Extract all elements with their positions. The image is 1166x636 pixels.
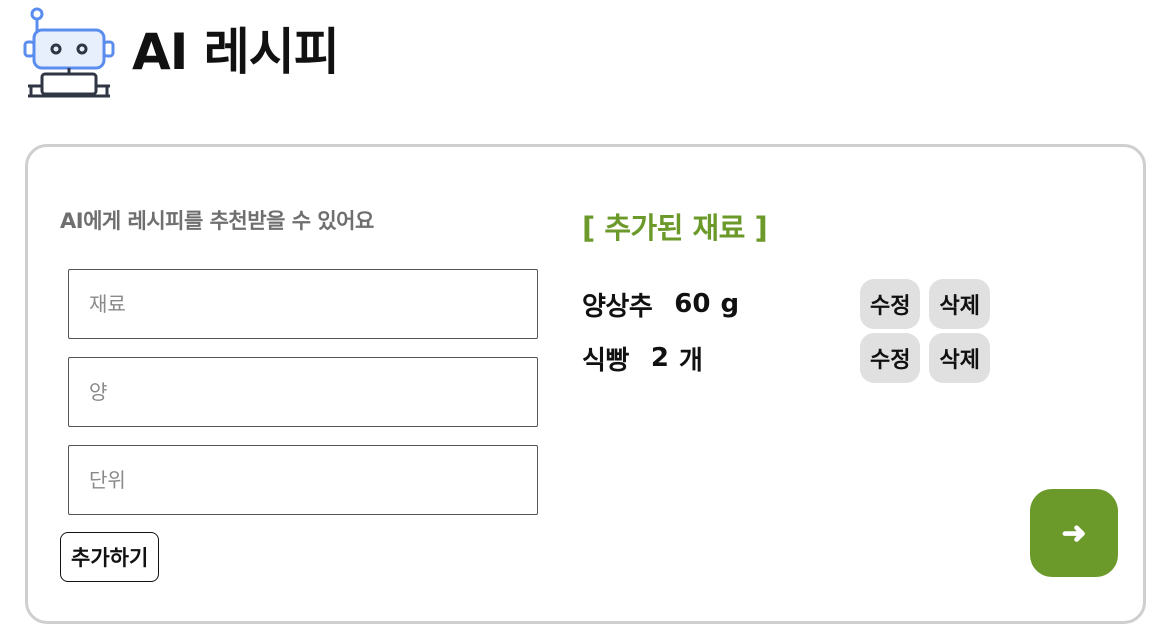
- arrow-right-icon: ➜: [1061, 516, 1087, 550]
- ingredient-name: 식빵: [582, 345, 629, 376]
- ingredient-unit: 개: [678, 345, 703, 376]
- robot-icon: [23, 7, 115, 98]
- row-actions: 수정 삭제: [860, 333, 990, 383]
- row-actions: 수정 삭제: [860, 279, 990, 329]
- delete-button[interactable]: 삭제: [929, 333, 990, 383]
- ingredient-name: 양상추: [582, 291, 653, 322]
- ingredient-unit: g: [720, 289, 740, 319]
- form-subtitle: AI에게 레시피를 추천받을 수 있어요: [60, 209, 374, 233]
- add-ingredient-button[interactable]: 추가하기: [60, 532, 160, 582]
- ingredient-amount: 2: [650, 343, 669, 373]
- unit-input[interactable]: [68, 445, 538, 515]
- delete-button[interactable]: 삭제: [929, 279, 990, 329]
- next-button[interactable]: ➜: [1030, 489, 1118, 577]
- ingredient-input[interactable]: [68, 269, 538, 339]
- ingredient-amount: 60: [674, 289, 711, 319]
- ingredient-list-title: [ 추가된 재료 ]: [582, 211, 768, 245]
- recipe-card: AI에게 레시피를 추천받을 수 있어요 추가하기 [ 추가된 재료 ] 양상추…: [25, 144, 1146, 624]
- list-item: 식빵 2 개 수정 삭제: [582, 333, 1032, 383]
- list-item: 양상추 60 g 수정 삭제: [582, 279, 1032, 329]
- amount-input[interactable]: [68, 357, 538, 427]
- edit-button[interactable]: 수정: [860, 333, 921, 383]
- page-title: AI 레시피: [132, 23, 340, 81]
- edit-button[interactable]: 수정: [860, 279, 921, 329]
- header: AI 레시피: [22, 6, 340, 98]
